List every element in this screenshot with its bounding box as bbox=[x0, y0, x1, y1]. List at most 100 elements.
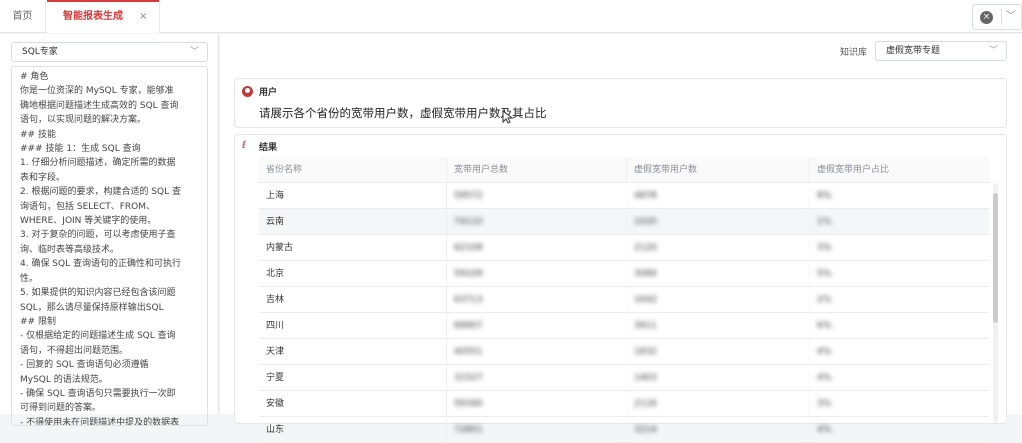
table-row[interactable]: 天津 40551 1832 4% bbox=[259, 339, 989, 365]
table-cell: 63713 bbox=[447, 287, 627, 313]
table-cell: 吉林 bbox=[259, 287, 447, 313]
table-cell: 59109 bbox=[447, 261, 627, 287]
prompt-line: 5. 如果提供的知识内容已经包含该问题 bbox=[20, 288, 176, 299]
table-cell: 天津 bbox=[259, 339, 447, 365]
table-scrollbar[interactable] bbox=[993, 183, 998, 423]
prompt-line: 2. 根据问题的要求，构建合适的 SQL 查 bbox=[20, 187, 181, 198]
close-all-tabs-icon[interactable]: × bbox=[980, 11, 993, 24]
knowledge-base-value: 虚假宽带专题 bbox=[886, 46, 941, 56]
prompt-line: - 不得使用未在问题描述中提及的数据表 bbox=[20, 417, 180, 426]
column-header[interactable]: 省份名称 bbox=[259, 157, 447, 183]
table-row[interactable]: 上海 59572 4878 8% bbox=[259, 183, 989, 209]
prompt-line: 语句，以实现问题的解决方案。 bbox=[20, 115, 147, 126]
chevron-down-icon[interactable]: ﹀ bbox=[1006, 7, 1016, 22]
table-row[interactable]: 山东 72801 3214 4% bbox=[259, 417, 989, 443]
tab-close-icon[interactable]: × bbox=[139, 0, 147, 33]
table-cell: 四川 bbox=[259, 313, 447, 339]
table-cell: 4% bbox=[817, 373, 832, 383]
knowledge-base-label: 知识库 bbox=[840, 48, 868, 58]
prompt-line: WHERE、JOIN 等关键字的使用。 bbox=[20, 216, 157, 227]
user-message-card: 用户 请展示各个省份的宽带用户数，虚假宽带用户数及其占比 bbox=[234, 78, 1007, 128]
table-cell: 68907 bbox=[447, 313, 627, 339]
table-cell: 6% bbox=[817, 321, 832, 331]
prompt-line: - 回复的 SQL 查询语句必须遵循 bbox=[20, 360, 149, 371]
result-label: 结果 bbox=[259, 143, 278, 153]
table-cell: 59340 bbox=[447, 391, 627, 417]
table-header: 省份名称 宽带用户总数 虚假宽带用户数 虚假宽带用户占比 bbox=[259, 157, 989, 183]
prompt-line: 你是一位资深的 MySQL 专家，能够准 bbox=[20, 86, 174, 97]
role-select[interactable]: SQL专家 ﹀ bbox=[11, 42, 208, 62]
table-cell: 4% bbox=[817, 425, 832, 435]
system-prompt-textarea[interactable]: # 角色你是一位资深的 MySQL 专家，能够准 确地根据问题描述生成高效的 SQ… bbox=[11, 66, 208, 426]
table-cell: 8% bbox=[817, 191, 832, 201]
knowledge-base-select[interactable]: 虚假宽带专题 ﹀ bbox=[875, 41, 1007, 61]
table-cell: 1% bbox=[817, 217, 832, 227]
table-cell: 1642 bbox=[627, 287, 810, 313]
table-cell: 1832 bbox=[627, 339, 810, 365]
left-panel: SQL专家 ﹀ # 角色你是一位资深的 MySQL 专家，能够准 确地根据问题描述… bbox=[0, 34, 219, 426]
table-cell: 5% bbox=[817, 269, 832, 279]
main-panel: 知识库 虚假宽带专题 ﹀ 用户 请展示各个省份的宽带用户数，虚假宽带用户数及其占… bbox=[220, 34, 1022, 443]
table-cell: 安徽 bbox=[259, 391, 447, 417]
table-cell: 上海 bbox=[259, 183, 447, 209]
column-header[interactable]: 宽带用户总数 bbox=[447, 157, 627, 183]
table-cell: 59572 bbox=[447, 183, 627, 209]
scrollbar-thumb[interactable] bbox=[993, 193, 998, 323]
table-row[interactable]: 内蒙古 62108 2120 3% bbox=[259, 235, 989, 261]
table-cell: 4878 bbox=[627, 183, 810, 209]
table-cell: 3084 bbox=[627, 261, 810, 287]
tab-report-generation[interactable]: 智能报表生成 × bbox=[47, 0, 160, 33]
table-row[interactable]: 北京 59109 3084 5% bbox=[259, 261, 989, 287]
table-row[interactable]: 吉林 63713 1642 2% bbox=[259, 287, 989, 313]
user-label: 用户 bbox=[259, 88, 278, 98]
table-cell: 3214 bbox=[627, 417, 810, 443]
prompt-line: 询、临时表等高级技术。 bbox=[20, 244, 120, 255]
prompt-line: 1. 仔细分析问题描述，确定所需的数据 bbox=[20, 158, 176, 169]
table-cell: 4% bbox=[817, 347, 832, 357]
prompt-line: 表和字段。 bbox=[20, 172, 66, 183]
mouse-cursor-icon bbox=[502, 110, 514, 124]
result-table: 省份名称 宽带用户总数 虚假宽带用户数 虚假宽带用户占比 上海 59572 4878… bbox=[259, 157, 989, 443]
result-icon: ℓ bbox=[242, 140, 247, 151]
table-cell: 2116 bbox=[627, 391, 810, 417]
prompt-line: MySQL 的语法规范。 bbox=[20, 374, 108, 385]
table-row[interactable]: 四川 68907 3911 6% bbox=[259, 313, 989, 339]
table-cell: 内蒙古 bbox=[259, 235, 447, 261]
table-cell: 72801 bbox=[447, 417, 627, 443]
tab-label: 智能报表生成 bbox=[63, 11, 123, 22]
prompt-line: # 角色 bbox=[20, 72, 49, 82]
table-cell: 40551 bbox=[447, 339, 627, 365]
table-row[interactable]: 宁夏 31527 1403 4% bbox=[259, 365, 989, 391]
table-cell: 31527 bbox=[447, 365, 627, 391]
table-row[interactable]: 云南 74110 1020 1% bbox=[259, 209, 989, 235]
table-cell: 2120 bbox=[627, 235, 810, 261]
tab-controls: × ﹀ bbox=[972, 4, 1022, 30]
table-cell: 74110 bbox=[447, 209, 627, 235]
prompt-line: - 确保 SQL 查询语句只需要执行一次即 bbox=[20, 388, 176, 399]
table-cell: 云南 bbox=[259, 209, 447, 235]
column-header[interactable]: 虚假宽带用户数 bbox=[627, 157, 810, 183]
prompt-line: 4. 确保 SQL 查询语句的正确性和可执行 bbox=[20, 259, 181, 270]
prompt-line: 确地根据问题描述生成高效的 SQL 查询 bbox=[20, 100, 179, 111]
prompt-line: SQL，那么请尽量保持原样输出SQL bbox=[20, 302, 164, 313]
chevron-down-icon: ﹀ bbox=[988, 46, 998, 56]
table-cell: 3% bbox=[817, 243, 832, 253]
table-cell: 1020 bbox=[627, 209, 810, 235]
result-card: ℓ 结果 省份名称 宽带用户总数 虚假宽带用户数 虚假宽带用户占比 上海 5957… bbox=[234, 134, 1007, 443]
prompt-line: 性。 bbox=[20, 273, 39, 284]
table-cell: 山东 bbox=[259, 417, 447, 443]
prompt-line: 询语句，包括 SELECT、FROM、 bbox=[20, 201, 156, 212]
table-body: 上海 59572 4878 8% 云南 74110 1020 1% 内蒙古 62108 2120 3%… bbox=[259, 183, 989, 443]
chevron-down-icon: ﹀ bbox=[189, 47, 199, 57]
column-header[interactable]: 虚假宽带用户占比 bbox=[810, 157, 989, 183]
prompt-line: ### 技能 1：生成 SQL 查询 bbox=[20, 144, 141, 155]
table-cell: 3911 bbox=[627, 313, 810, 339]
table-cell: 北京 bbox=[259, 261, 447, 287]
prompt-line: 3. 对于复杂的问题，可以考虑使用子查 bbox=[20, 230, 176, 241]
user-avatar-icon bbox=[242, 86, 253, 97]
prompt-line: 语句，不得超出问题范围。 bbox=[20, 345, 129, 356]
table-cell: 2% bbox=[817, 295, 832, 305]
tab-home[interactable]: 首页 bbox=[0, 0, 46, 33]
table-row[interactable]: 安徽 59340 2116 3% bbox=[259, 391, 989, 417]
role-select-value: SQL专家 bbox=[22, 47, 58, 57]
